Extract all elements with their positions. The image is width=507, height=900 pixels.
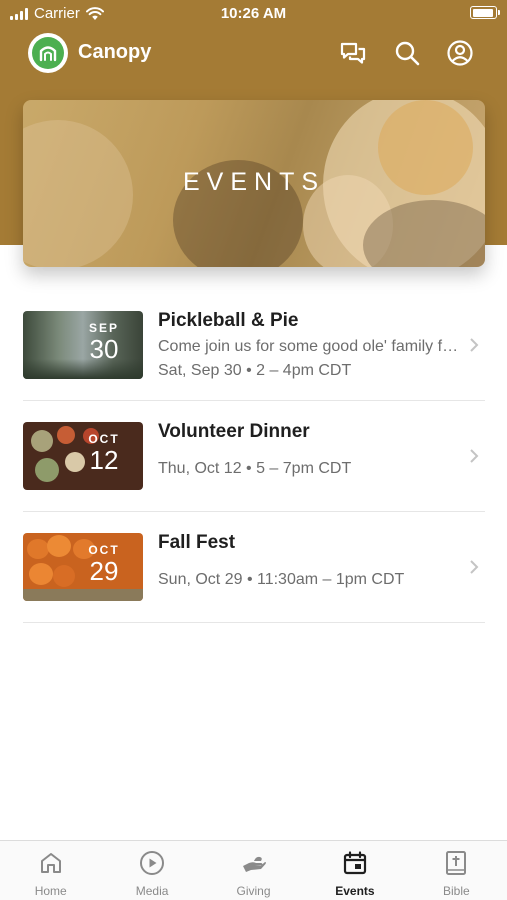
chevron-right-icon [470,338,479,352]
tab-events[interactable]: Events [304,841,405,900]
status-time: 10:26 AM [220,5,287,22]
profile-icon[interactable] [446,39,474,67]
chevron-right-icon [470,560,479,574]
tab-label: Bible [442,884,470,898]
event-row-volunteer-dinner[interactable]: OCT 12 Volunteer Dinner Thu, Oct 12 • 5 … [23,401,485,512]
event-month: OCT [88,543,120,557]
tab-label: Giving [236,884,271,898]
event-month: SEP [88,321,119,335]
canopy-logo-icon [39,46,57,62]
search-icon[interactable] [393,39,421,67]
chat-icon[interactable] [339,39,367,67]
tab-giving[interactable]: Giving [203,841,304,900]
tab-label: Media [135,884,169,898]
event-day: 30 [89,334,119,364]
event-day: 29 [89,556,119,586]
event-row-fall-fest[interactable]: OCT 29 Fall Fest Sun, Oct 29 • 11:30am –… [23,512,485,623]
event-title: Fall Fest [158,532,236,553]
tab-home[interactable]: Home [0,841,101,900]
event-thumbnail: SEP 30 [23,311,143,379]
event-datetime: Sun, Oct 29 • 11:30am – 1pm CDT [158,571,405,588]
play-icon [140,851,165,875]
tab-bar: Home Media Giving Events Bible [0,840,507,900]
status-bar: Carrier 10:26 AM [0,0,507,28]
bible-icon [446,851,467,875]
tab-label: Events [335,884,375,898]
battery-icon [470,6,500,19]
event-title: Volunteer Dinner [158,421,310,442]
home-icon [40,853,61,873]
events-banner: EVENTS [23,100,485,267]
banner-title: EVENTS [182,168,326,196]
app-name: Canopy [78,41,152,63]
event-datetime: Sat, Sep 30 • 2 – 4pm CDT [158,362,352,379]
event-title: Pickleball & Pie [158,310,299,331]
giving-hand-icon [242,856,266,872]
event-thumbnail: OCT 12 [23,422,143,490]
tab-label: Home [34,884,67,898]
calendar-icon [343,851,367,875]
tab-media[interactable]: Media [101,841,202,900]
event-description: Come join us for some good ole' family f… [158,338,464,355]
canopy-logo[interactable] [28,33,68,73]
event-row-pickleball[interactable]: SEP 30 Pickleball & Pie Come join us for… [23,290,485,401]
event-list: SEP 30 Pickleball & Pie Come join us for… [23,290,485,623]
event-thumbnail: OCT 29 [23,533,143,601]
chevron-right-icon [470,449,479,463]
event-datetime: Thu, Oct 12 • 5 – 7pm CDT [158,460,352,477]
event-month: OCT [88,432,120,446]
app-header: Canopy [0,30,507,76]
event-day: 12 [89,445,119,475]
tab-bible[interactable]: Bible [406,841,507,900]
